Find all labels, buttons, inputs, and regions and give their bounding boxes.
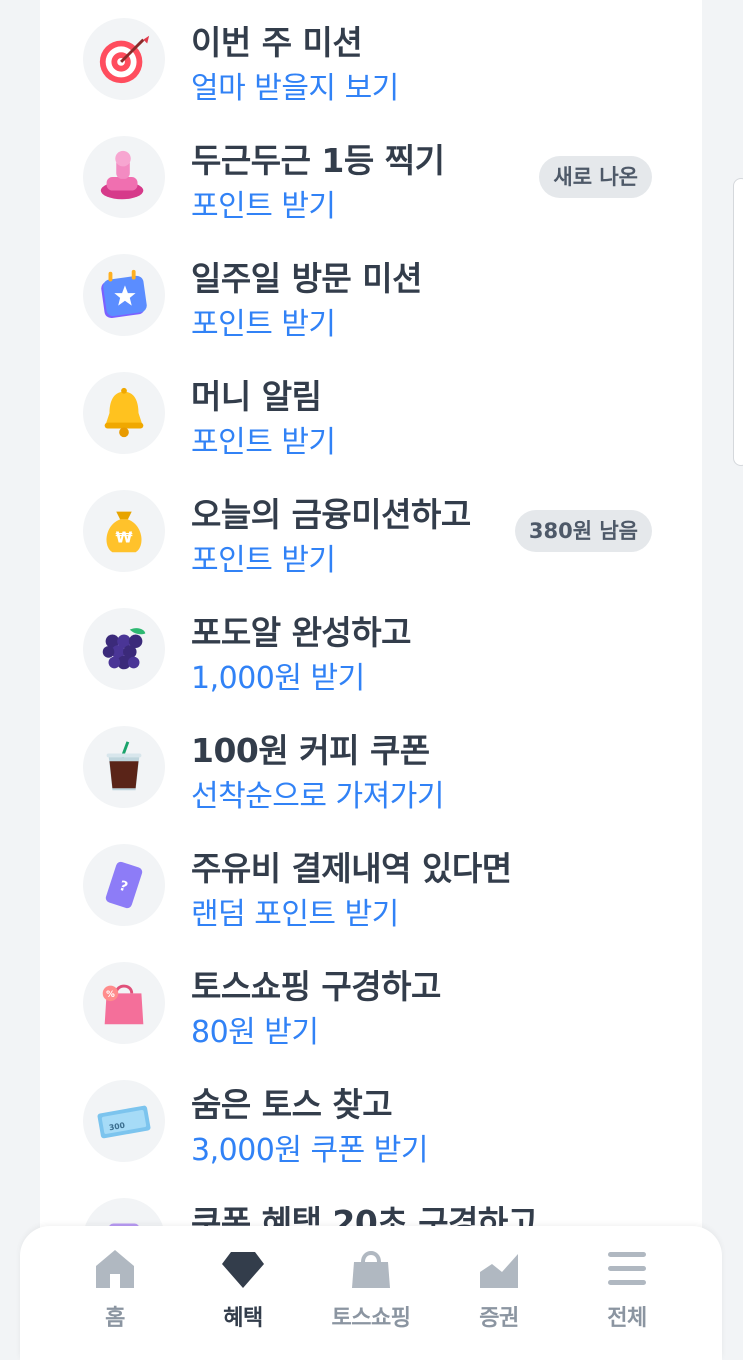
shopping-bag-icon: [352, 1251, 390, 1288]
bell-icon: [83, 372, 165, 454]
mission-item-coffee-coupon[interactable]: 100원 커피 쿠폰 선착순으로 가져가기: [40, 708, 702, 826]
menu-icon: [608, 1252, 646, 1285]
svg-text:%: %: [106, 990, 115, 1000]
mission-item-grapes[interactable]: 포도알 완성하고 1,000원 받기: [40, 590, 702, 708]
mission-subtitle: 얼마 받을지 보기: [191, 71, 399, 106]
benefit-mission-list: 이번 주 미션 얼마 받을지 보기 두근두근 1등 찍기 포인트 받기 새로 나…: [40, 0, 702, 1240]
mission-title: 두근두근 1등 찍기: [191, 141, 445, 180]
remaining-badge: 380원 남음: [514, 510, 652, 552]
stamp-icon: [83, 136, 165, 218]
mission-title: 100원 커피 쿠폰: [191, 731, 430, 770]
calendar-star-icon: [83, 254, 165, 336]
mission-item-money-alarm[interactable]: 머니 알림 포인트 받기: [40, 354, 702, 472]
coffee-cup-icon: [83, 726, 165, 808]
mission-subtitle: 선착순으로 가져가기: [191, 779, 444, 814]
mission-subtitle: 포인트 받기: [191, 543, 336, 578]
diamond-icon: [222, 1252, 264, 1288]
scroll-handle[interactable]: [733, 178, 743, 466]
mission-subtitle: 80원 받기: [191, 1015, 319, 1050]
new-badge: 새로 나온: [539, 156, 652, 198]
nav-label: 토스쇼핑: [331, 1306, 411, 1331]
nav-item-home[interactable]: 홈: [60, 1246, 170, 1346]
money-bag-icon: ₩: [83, 490, 165, 572]
mission-title: 토스쇼핑 구경하고: [191, 967, 441, 1006]
nav-label: 증권: [479, 1306, 519, 1331]
mission-item-finance-mission[interactable]: ₩ 오늘의 금융미션하고 포인트 받기 380원 남음: [40, 472, 702, 590]
nav-item-all[interactable]: 전체: [572, 1246, 682, 1346]
nav-item-securities[interactable]: 증권: [444, 1246, 554, 1346]
mission-subtitle: 포인트 받기: [191, 307, 336, 342]
nav-item-toss-shopping[interactable]: 토스쇼핑: [316, 1246, 426, 1346]
mission-title: 오늘의 금융미션하고: [191, 495, 471, 534]
mission-item-first-place[interactable]: 두근두근 1등 찍기 포인트 받기 새로 나온: [40, 118, 702, 236]
mission-subtitle: 랜덤 포인트 받기: [191, 897, 399, 932]
coupon-ticket-icon: 300: [83, 1080, 165, 1162]
svg-text:₩: ₩: [115, 529, 132, 547]
bottom-navigation-bar: 홈 혜택 토스쇼핑 증권 전체: [20, 1226, 722, 1360]
shopping-bag-icon: %: [83, 962, 165, 1044]
mission-item-weekly-visit[interactable]: 일주일 방문 미션 포인트 받기: [40, 236, 702, 354]
mission-item-hidden-toss[interactable]: 300 숨은 토스 찾고 3,000원 쿠폰 받기: [40, 1062, 702, 1180]
home-icon: [96, 1250, 134, 1288]
mission-item-fuel-payment[interactable]: ? 주유비 결제내역 있다면 랜덤 포인트 받기: [40, 826, 702, 944]
target-icon: [83, 18, 165, 100]
mission-title: 포도알 완성하고: [191, 613, 412, 652]
mission-title: 이번 주 미션: [191, 23, 363, 62]
nav-item-benefits[interactable]: 혜택: [188, 1246, 298, 1346]
mission-subtitle: 1,000원 받기: [191, 661, 365, 696]
chart-icon: [480, 1254, 518, 1288]
grapes-icon: [83, 608, 165, 690]
mission-title: 숨은 토스 찾고: [191, 1085, 393, 1124]
nav-label: 전체: [607, 1306, 647, 1331]
mission-title: 일주일 방문 미션: [191, 259, 423, 298]
mission-item-toss-shopping[interactable]: % 토스쇼핑 구경하고 80원 받기: [40, 944, 702, 1062]
mission-title: 머니 알림: [191, 377, 322, 416]
mission-item-weekly-mission[interactable]: 이번 주 미션 얼마 받을지 보기: [40, 0, 702, 118]
mission-subtitle: 포인트 받기: [191, 189, 336, 224]
nav-label: 홈: [105, 1306, 125, 1331]
mission-subtitle: 포인트 받기: [191, 425, 336, 460]
mission-title: 주유비 결제내역 있다면: [191, 849, 512, 888]
nav-label: 혜택: [223, 1306, 263, 1331]
card-icon: ?: [83, 844, 165, 926]
mission-subtitle: 3,000원 쿠폰 받기: [191, 1133, 428, 1168]
